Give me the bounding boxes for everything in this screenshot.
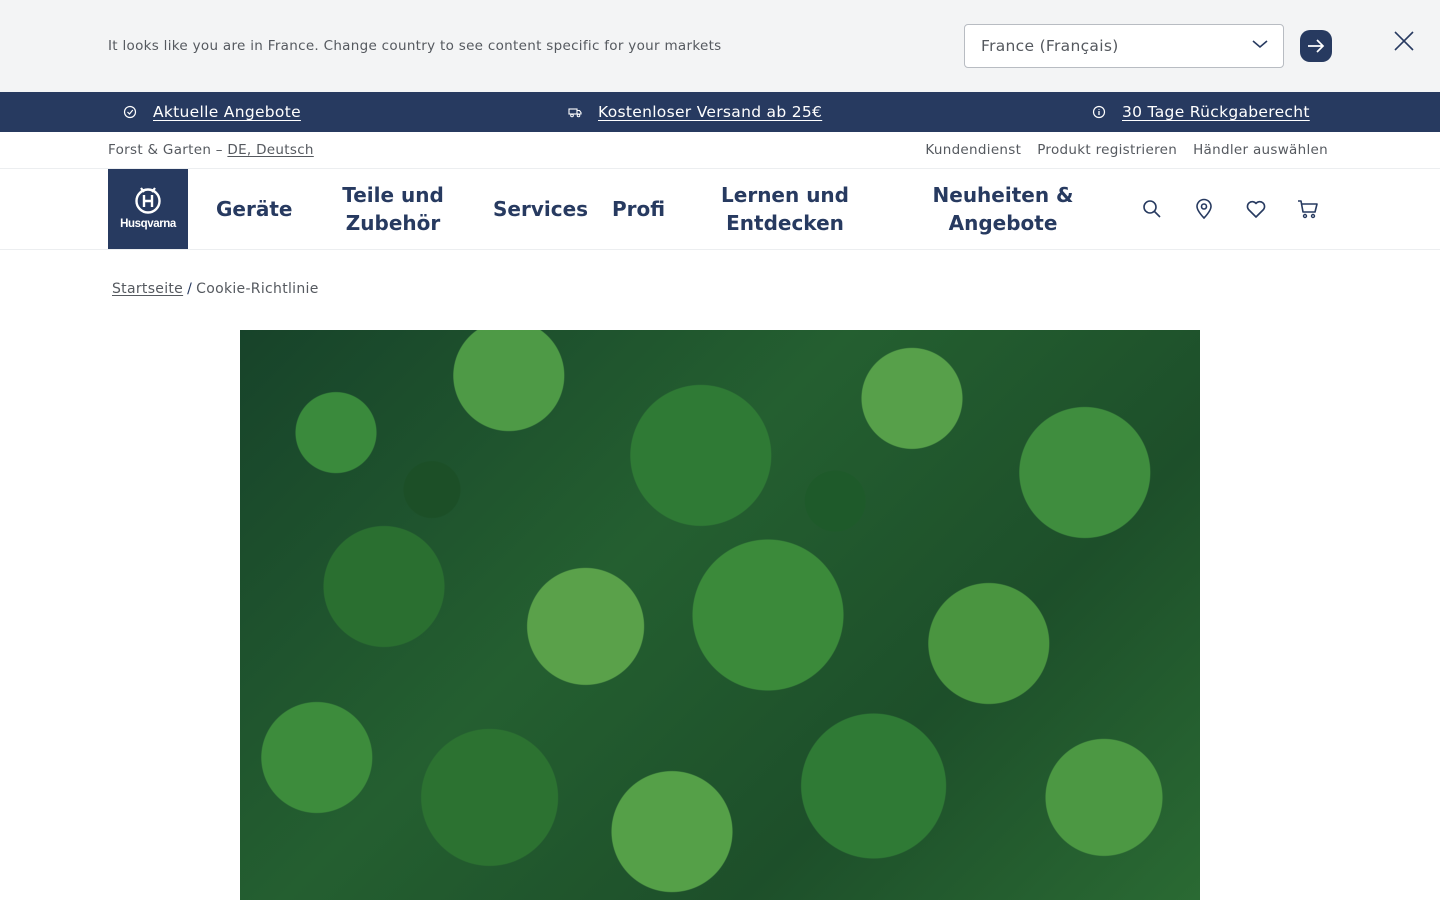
search-icon[interactable] xyxy=(1140,197,1164,221)
nav-label: Services xyxy=(493,197,589,221)
locale-link[interactable]: DE, Deutsch xyxy=(227,142,313,158)
usp-shipping-link[interactable]: Kostenloser Versand ab 25€ xyxy=(568,92,822,132)
segment-label: Forst & Garten – xyxy=(108,142,228,158)
nav-item-teile-zubehoer[interactable]: Teile und Zubehör xyxy=(332,181,454,237)
breadcrumb: Startseite / Cookie-Richtlinie xyxy=(112,281,319,297)
country-select-value: France (Français) xyxy=(981,37,1119,55)
nav-item-profi[interactable]: Profi xyxy=(612,195,665,223)
chevron-down-icon xyxy=(1252,40,1268,49)
breadcrumb-home-link[interactable]: Startseite xyxy=(112,281,183,297)
main-navigation: Husqvarna Geräte Teile und Zubehör Servic… xyxy=(0,169,1440,250)
country-select[interactable]: France (Français) xyxy=(964,24,1284,68)
select-dealer-link[interactable]: Händler auswählen xyxy=(1193,142,1328,158)
breadcrumb-current: Cookie-Richtlinie xyxy=(196,281,319,297)
usp-shipping-label: Kostenloser Versand ab 25€ xyxy=(598,103,823,121)
nav-label-line1: Lernen und xyxy=(721,183,849,207)
utility-links: Kundendienst Produkt registrieren Händle… xyxy=(925,142,1328,158)
nav-item-geraete[interactable]: Geräte xyxy=(216,195,292,223)
usp-offers-label: Aktuelle Angebote xyxy=(153,103,301,121)
country-message: It looks like you are in France. Change … xyxy=(108,38,722,54)
arrow-right-icon xyxy=(1308,39,1325,53)
nav-label-line2: Zubehör xyxy=(345,211,441,235)
usp-offers-link[interactable]: Aktuelle Angebote xyxy=(123,92,301,132)
nav-label: Profi xyxy=(612,197,666,221)
location-pin-icon[interactable] xyxy=(1192,197,1216,221)
usp-returns-label: 30 Tage Rückgaberecht xyxy=(1122,103,1310,121)
customer-service-link[interactable]: Kundendienst xyxy=(925,142,1021,158)
breadcrumb-separator: / xyxy=(187,281,193,297)
nav-item-neuheiten-angebote[interactable]: Neuheiten & Angebote xyxy=(924,181,1082,237)
usp-bar: Aktuelle Angebote Kostenloser Versand ab… xyxy=(0,92,1440,132)
heart-icon[interactable] xyxy=(1244,197,1268,221)
hero-forest-image xyxy=(240,330,1200,900)
nav-item-services[interactable]: Services xyxy=(493,195,588,223)
nav-label-line1: Neuheiten & xyxy=(932,183,1074,207)
cart-icon[interactable] xyxy=(1296,197,1320,221)
info-icon xyxy=(1092,105,1106,119)
utility-bar: Forst & Garten – DE, Deutsch Kundendiens… xyxy=(0,132,1440,169)
country-confirm-button[interactable] xyxy=(1300,30,1332,62)
segment-locale: Forst & Garten – DE, Deutsch xyxy=(108,142,314,158)
check-circle-icon xyxy=(123,105,137,119)
nav-label: Geräte xyxy=(216,197,293,221)
logo-wordmark: Husqvarna xyxy=(120,218,176,230)
register-product-link[interactable]: Produkt registrieren xyxy=(1037,142,1177,158)
nav-item-lernen-entdecken[interactable]: Lernen und Entdecken xyxy=(714,181,856,237)
nav-label-line1: Teile und xyxy=(342,183,444,207)
husqvarna-logo[interactable]: Husqvarna xyxy=(108,169,188,249)
nav-label-line2: Angebote xyxy=(948,211,1058,235)
nav-label-line2: Entdecken xyxy=(726,211,844,235)
country-banner: It looks like you are in France. Change … xyxy=(0,0,1440,92)
close-icon[interactable] xyxy=(1392,29,1416,53)
usp-returns-link[interactable]: 30 Tage Rückgaberecht xyxy=(1092,92,1310,132)
husqvarna-crown-icon xyxy=(135,187,161,214)
truck-icon xyxy=(568,108,582,118)
